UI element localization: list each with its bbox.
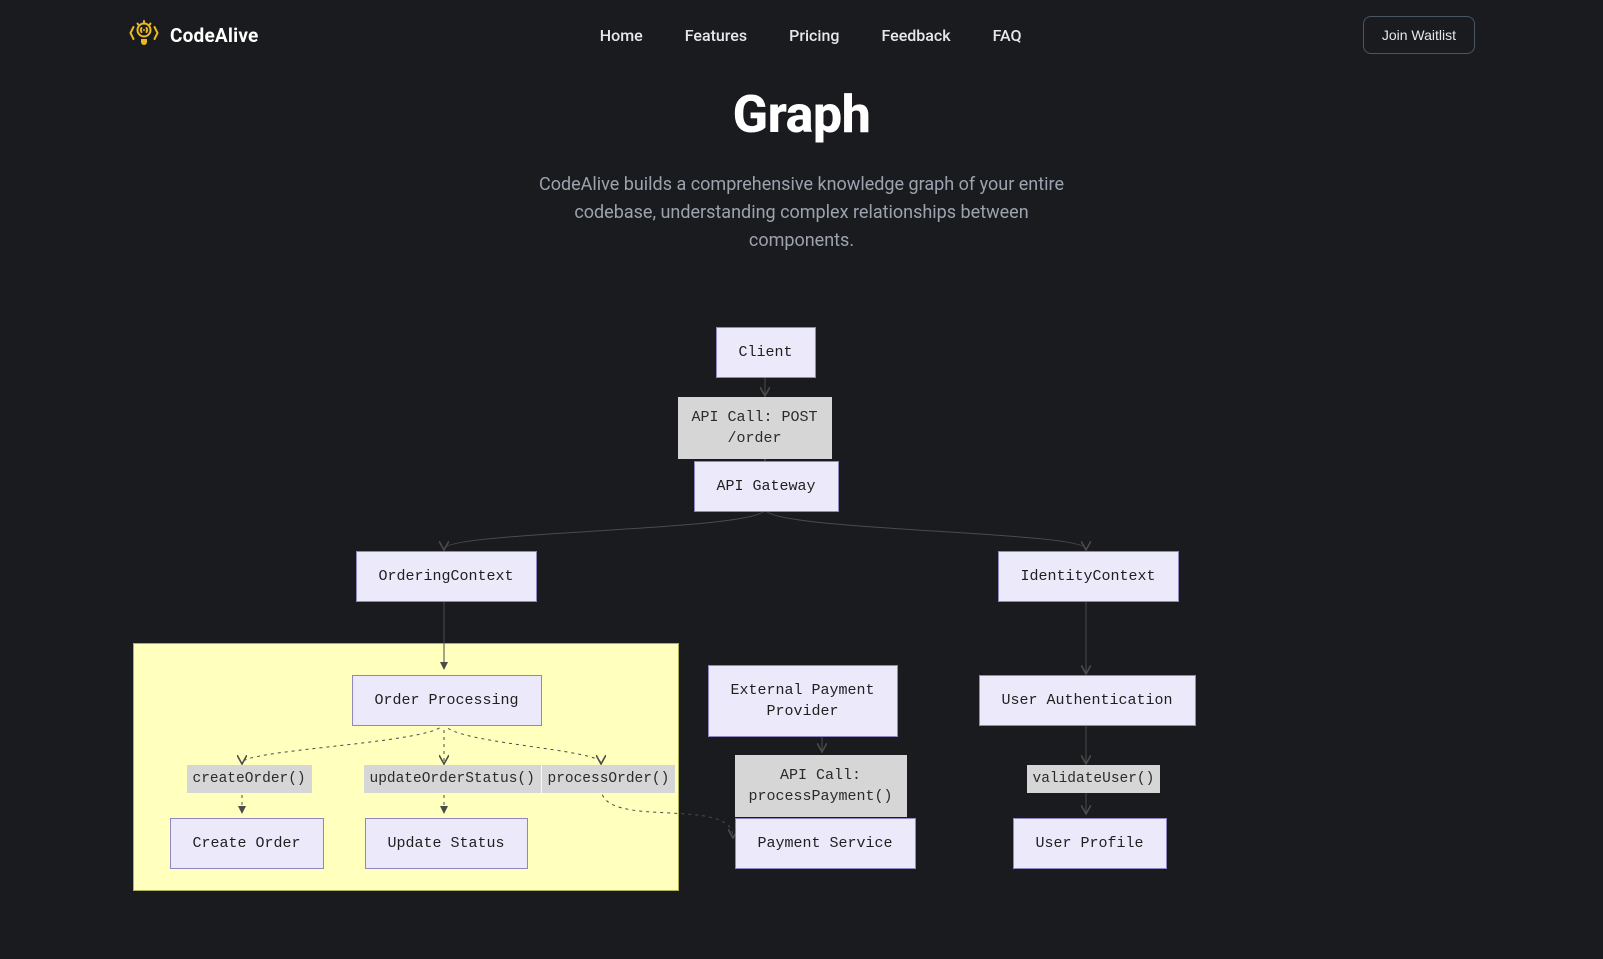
node-api-gateway: API Gateway xyxy=(694,461,839,512)
join-waitlist-button[interactable]: Join Waitlist xyxy=(1363,16,1475,54)
hero: Graph CodeAlive builds a comprehensive k… xyxy=(0,84,1603,255)
node-create-order: Create Order xyxy=(170,818,324,869)
nav-faq[interactable]: FAQ xyxy=(993,26,1022,45)
label-update-status-fn: updateOrderStatus() xyxy=(364,765,541,793)
node-update-status: Update Status xyxy=(365,818,528,869)
site-header: CodeAlive Home Features Pricing Feedback… xyxy=(0,0,1603,70)
node-order-processing: Order Processing xyxy=(352,675,542,726)
brand-logo-icon xyxy=(128,17,160,53)
page-subtitle: CodeAlive builds a comprehensive knowled… xyxy=(522,171,1082,255)
brand-name: CodeAlive xyxy=(170,24,259,47)
nav-pricing[interactable]: Pricing xyxy=(789,26,839,45)
primary-nav: Home Features Pricing Feedback FAQ xyxy=(600,26,1022,45)
node-external-payment: External Payment Provider xyxy=(708,665,898,737)
nav-home[interactable]: Home xyxy=(600,26,643,45)
nav-feedback[interactable]: Feedback xyxy=(881,26,950,45)
graph-diagram: Client API Call: POST /order API Gateway… xyxy=(108,291,1496,891)
nav-features[interactable]: Features xyxy=(685,26,747,45)
label-process-order-fn: processOrder() xyxy=(542,765,676,793)
node-payment-service: Payment Service xyxy=(735,818,916,869)
node-user-profile: User Profile xyxy=(1013,818,1167,869)
node-user-auth: User Authentication xyxy=(979,675,1196,726)
node-identity-context: IdentityContext xyxy=(998,551,1179,602)
node-ordering-context: OrderingContext xyxy=(356,551,537,602)
node-client: Client xyxy=(716,327,816,378)
label-api-call-post: API Call: POST /order xyxy=(678,397,832,459)
label-validate-user-fn: validateUser() xyxy=(1027,765,1161,793)
label-process-payment-fn: API Call: processPayment() xyxy=(735,755,907,817)
label-create-order-fn: createOrder() xyxy=(187,765,312,793)
brand[interactable]: CodeAlive xyxy=(128,17,259,53)
page-title: Graph xyxy=(0,84,1603,145)
